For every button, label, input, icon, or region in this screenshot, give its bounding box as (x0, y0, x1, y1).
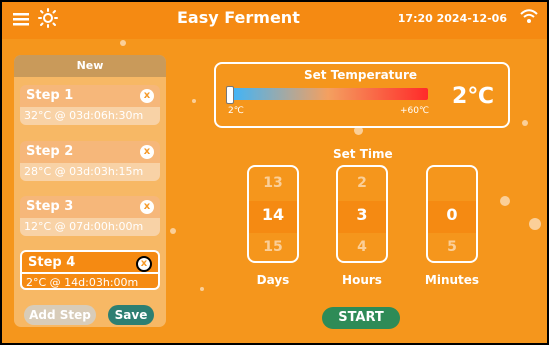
menu-icon[interactable] (12, 10, 30, 28)
step-detail: 32°C @ 03d:06h:30m (20, 107, 160, 125)
step-card-4-active[interactable]: Step 4 x 2°C @ 14d:03h:00m (20, 250, 160, 290)
temperature-card: Set Temperature 2℃ +60℃ 2℃ (214, 62, 510, 128)
decor-dot (522, 120, 528, 126)
decor-dot (170, 228, 176, 234)
step-header: Step 1 x (20, 85, 160, 107)
hours-current-value[interactable]: 3 (338, 205, 386, 224)
step-detail: 12°C @ 07d:00h:00m (20, 218, 160, 236)
temperature-title: Set Temperature (304, 68, 418, 82)
remove-step-button[interactable]: x (140, 89, 154, 103)
minutes-picker[interactable]: 0 5 (426, 165, 478, 263)
decor-dot (500, 196, 510, 206)
step-card-3[interactable]: Step 3 x 12°C @ 07d:00h:00m (20, 196, 160, 236)
sun-icon[interactable] (38, 8, 58, 28)
minutes-current-value[interactable]: 0 (428, 205, 476, 224)
decor-dot (529, 218, 541, 230)
step-title: Step 1 (26, 88, 74, 103)
hours-next-value[interactable]: 4 (338, 239, 386, 255)
days-label: Days (256, 273, 290, 287)
days-next-value[interactable]: 15 (249, 239, 297, 255)
app-frame: Easy Ferment 17:20 2024-12-06 New Step 1… (0, 0, 549, 345)
save-button[interactable]: Save (108, 305, 154, 325)
decor-dot (192, 99, 196, 103)
step-detail: 2°C @ 14d:03h:00m (20, 272, 160, 290)
wifi-icon (520, 9, 538, 23)
hours-prev-value[interactable]: 2 (338, 175, 386, 191)
step-card-2[interactable]: Step 2 x 28°C @ 03d:03h:15m (20, 141, 160, 181)
hours-label: Hours (342, 273, 382, 287)
app-title: Easy Ferment (177, 8, 300, 27)
step-header: Step 2 x (20, 141, 160, 163)
temperature-value: 2℃ (452, 84, 494, 109)
remove-step-button[interactable]: x (136, 256, 152, 272)
set-time-title: Set Time (333, 147, 393, 161)
steps-panel: New Step 1 x 32°C @ 03d:06h:30m Step 2 x… (14, 55, 166, 327)
add-step-button[interactable]: Add Step (24, 305, 96, 325)
minutes-next-value[interactable]: 5 (428, 239, 476, 255)
minutes-label: Minutes (424, 273, 480, 287)
start-button[interactable]: START (322, 307, 400, 329)
remove-step-button[interactable]: x (140, 200, 154, 214)
step-title: Step 4 (28, 255, 76, 270)
step-title: Step 3 (26, 199, 74, 214)
step-header: Step 3 x (20, 196, 160, 218)
hours-picker[interactable]: 2 3 4 (336, 165, 388, 263)
days-current-value[interactable]: 14 (249, 205, 297, 224)
datetime: 17:20 2024-12-06 (397, 12, 507, 25)
step-title: Step 2 (26, 144, 74, 159)
decor-dot (120, 40, 126, 46)
temperature-slider-handle[interactable] (226, 86, 234, 104)
step-header: Step 4 x (20, 250, 160, 272)
decor-dot (200, 287, 204, 291)
temperature-min-label: 2℃ (228, 106, 244, 116)
step-card-1[interactable]: Step 1 x 32°C @ 03d:06h:30m (20, 85, 160, 125)
step-detail: 28°C @ 03d:03h:15m (20, 163, 160, 181)
temperature-slider[interactable] (228, 88, 428, 100)
panel-heading: New (14, 55, 166, 77)
remove-step-button[interactable]: x (140, 145, 154, 159)
temperature-max-label: +60℃ (400, 106, 430, 116)
days-prev-value[interactable]: 13 (249, 175, 297, 191)
days-picker[interactable]: 13 14 15 (247, 165, 299, 263)
